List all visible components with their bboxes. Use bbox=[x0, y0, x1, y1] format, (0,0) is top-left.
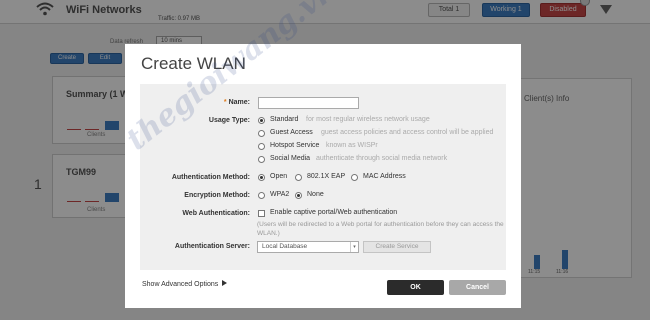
usage-standard-radio[interactable] bbox=[258, 117, 265, 124]
ok-button[interactable]: OK bbox=[387, 280, 444, 295]
advanced-options-label: Show Advanced Options bbox=[142, 281, 219, 288]
auth-mac-address-radio[interactable] bbox=[351, 174, 358, 181]
web-auth-label: Web Authentication: bbox=[182, 210, 250, 217]
usage-social-media-radio[interactable] bbox=[258, 156, 265, 163]
usage-option-hint: guest access policies and access control… bbox=[321, 129, 494, 136]
usage-hotspot-service-radio[interactable] bbox=[258, 143, 265, 150]
usage-option-hint: authenticate through social media networ… bbox=[316, 155, 448, 162]
usage-option-label: Hotspot Service bbox=[270, 142, 320, 149]
auth-server-select[interactable]: Local Database ▾ bbox=[257, 241, 359, 253]
usage-option-label: Standard bbox=[270, 116, 299, 123]
dialog-title: Create WLAN bbox=[141, 54, 246, 73]
chevron-down-icon: ▾ bbox=[350, 242, 358, 252]
usage-option-hint: for most regular wireless network usage bbox=[306, 116, 430, 123]
captive-portal-label: Enable captive portal/Web authentication bbox=[270, 209, 398, 216]
show-advanced-options-toggle[interactable]: Show Advanced Options bbox=[142, 280, 228, 288]
auth-open-radio[interactable] bbox=[258, 174, 265, 181]
usage-option-label: Guest Access bbox=[270, 129, 313, 136]
name-label: * Name: bbox=[223, 99, 250, 106]
usage-option-hint: known as WISPr bbox=[326, 142, 378, 149]
auth-option-label: Open bbox=[270, 173, 288, 180]
auth-option-label: 802.1X EAP bbox=[307, 173, 346, 180]
encryption-method-label: Encryption Method: bbox=[184, 192, 250, 199]
web-auth-note: (Users will be redirected to a Web porta… bbox=[257, 221, 504, 237]
encryption-wpa2-radio[interactable] bbox=[258, 192, 265, 199]
caret-right-icon bbox=[222, 280, 228, 286]
auth-option-label: MAC Address bbox=[363, 173, 406, 180]
auth-server-value: Local Database bbox=[262, 243, 308, 250]
usage-option-label: Social Media bbox=[270, 155, 311, 162]
name-input[interactable] bbox=[258, 97, 359, 109]
encryption-option-label: None bbox=[307, 191, 324, 198]
usage-guest-access-radio[interactable] bbox=[258, 130, 265, 137]
usage-type-label: Usage Type: bbox=[208, 117, 250, 124]
auth-8021x-eap-radio[interactable] bbox=[295, 174, 302, 181]
cancel-button[interactable]: Cancel bbox=[449, 280, 506, 295]
wlan-form: * Name: Usage Type: Standard for most re… bbox=[140, 84, 506, 270]
auth-method-label: Authentication Method: bbox=[171, 174, 250, 181]
auth-server-label: Authentication Server: bbox=[174, 243, 250, 250]
create-service-button[interactable]: Create Service bbox=[363, 241, 431, 253]
encryption-none-radio[interactable] bbox=[295, 192, 302, 199]
create-wlan-dialog: Create WLAN * Name: Usage Type: Standard… bbox=[125, 44, 521, 308]
encryption-option-label: WPA2 bbox=[270, 191, 290, 198]
captive-portal-checkbox[interactable] bbox=[258, 210, 265, 217]
